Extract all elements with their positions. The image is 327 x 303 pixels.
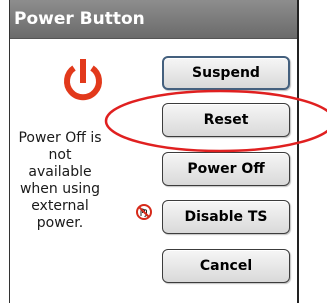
message-line: Power Off is xyxy=(18,130,102,146)
message-line: power. xyxy=(36,215,84,231)
window-title: Power Button xyxy=(14,9,145,29)
title-bar: Power Button xyxy=(10,0,297,39)
message-line: external xyxy=(31,198,89,214)
power-icon xyxy=(64,59,102,101)
cancel-button[interactable]: Cancel xyxy=(162,249,290,283)
reset-button[interactable]: Reset xyxy=(162,103,290,137)
power-off-message: Power Off is not available when using ex… xyxy=(15,130,105,232)
power-button-dialog: Power Button Power Off is not available … xyxy=(9,0,299,303)
message-line: when using xyxy=(19,181,101,197)
touch-disabled-icon xyxy=(136,204,152,220)
disable-ts-button[interactable]: Disable TS xyxy=(162,200,290,234)
message-line: not available xyxy=(28,147,92,180)
power-off-button[interactable]: Power Off xyxy=(162,152,290,186)
suspend-button[interactable]: Suspend xyxy=(162,56,290,90)
